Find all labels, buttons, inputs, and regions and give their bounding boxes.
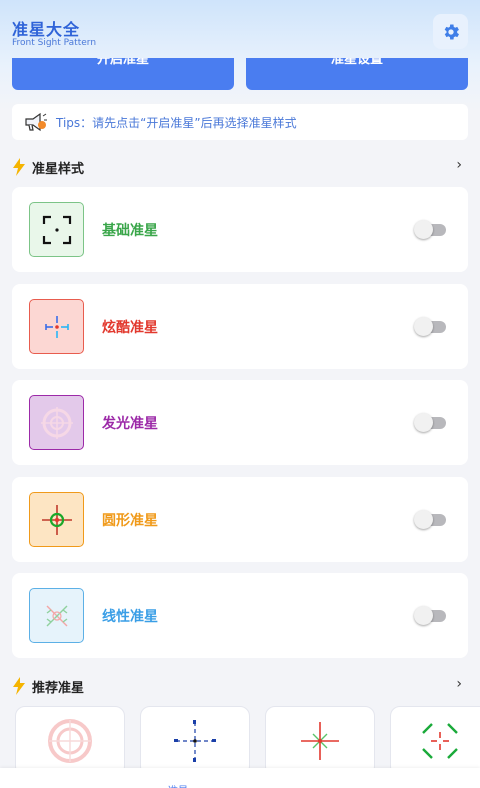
crosshair-toggle[interactable] [414,317,448,336]
app-title: 准星大全 [12,20,81,39]
crosshair-style-label: 圆形准星 [102,513,158,529]
open-crosshair-label: 开启准星 [96,58,149,67]
chevron-right-icon[interactable]: › [456,676,462,692]
crosshair-style-label: 炫酷准星 [102,320,158,336]
red-green-crosshair-icon [301,722,339,760]
app-subtitle: Front Sight Pattern [12,38,97,48]
recommended-crosshair-card[interactable] [140,706,250,776]
recommended-crosshair-card[interactable] [265,706,375,776]
recommend-section-title: 推荐准星 [32,680,85,696]
crosshair-toggle[interactable] [414,220,448,239]
crosshair-style-label: 线性准星 [102,609,158,625]
styles-section-title: 准星样式 [32,161,85,177]
open-crosshair-button[interactable]: 开启准星 [12,58,234,90]
basic-crosshair-icon [29,202,84,257]
crosshair-style-card[interactable]: 发光准星 [12,380,468,465]
cool-crosshair-icon [29,299,84,354]
settings-button[interactable] [433,14,468,49]
glow-crosshair-icon [29,395,84,450]
circle-crosshair-icon [29,492,84,547]
gear-icon [444,24,459,39]
lightning-icon [13,677,25,695]
chevron-right-icon[interactable]: › [456,157,462,173]
blue-dot-crosshair-icon [174,720,216,762]
crosshair-toggle[interactable] [414,413,448,432]
tips-banner: Tips：请先点击“开启准星”后再选择准星样式 [12,104,468,140]
green-bracket-crosshair-icon [422,723,458,759]
crosshair-style-card[interactable]: 基础准星 [12,187,468,272]
lightning-icon [13,158,25,176]
crosshair-style-card[interactable]: 圆形准星 [12,477,468,562]
pink-ring-crosshair-icon [48,719,92,763]
crosshair-style-label: 发光准星 [102,416,158,432]
crosshair-style-label: 基础准星 [102,223,158,239]
bottom-nav: 准星 [0,768,480,788]
recommended-crosshair-card[interactable] [15,706,125,776]
linear-crosshair-icon [29,588,84,643]
crosshair-style-card[interactable]: 线性准星 [12,573,468,658]
crosshair-settings-label: 准星设置 [330,58,383,67]
tips-text: Tips：请先点击“开启准星”后再选择准星样式 [56,115,297,130]
crosshair-settings-button[interactable]: 准星设置 [246,58,468,90]
recommend-section-header[interactable]: 推荐准星 › [12,674,468,698]
nav-item-crosshair[interactable]: 准星 [168,782,188,788]
crosshair-toggle[interactable] [414,510,448,529]
megaphone-icon [25,112,47,132]
styles-section-header[interactable]: 准星样式 › [12,155,468,179]
crosshair-toggle[interactable] [414,606,448,625]
crosshair-style-card[interactable]: 炫酷准星 [12,284,468,369]
recommended-crosshair-card[interactable] [390,706,480,776]
